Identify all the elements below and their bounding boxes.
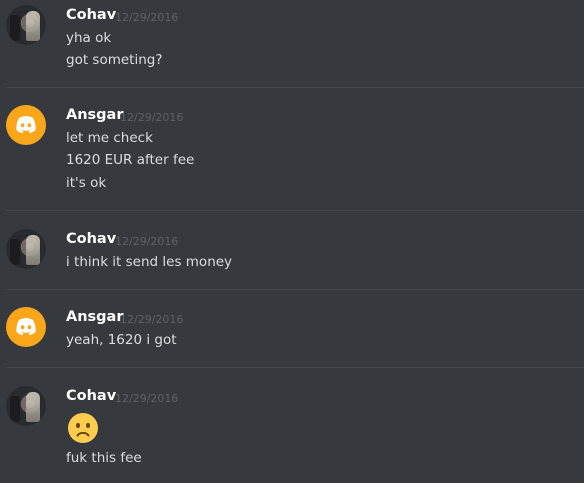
timestamp: 12/29/2016: [115, 11, 179, 24]
frowning-face-emoji-icon[interactable]: [67, 412, 99, 444]
discord-logo-icon: [16, 116, 36, 134]
username[interactable]: Cohav: [66, 388, 116, 404]
username[interactable]: Cohav: [66, 7, 116, 23]
discord-logo-icon: [16, 318, 36, 336]
message-divider: [6, 87, 584, 88]
username[interactable]: Ansgar: [66, 309, 124, 325]
message-text: it's ok: [66, 175, 107, 191]
message-text: got someting?: [66, 52, 163, 68]
user-avatar[interactable]: [6, 307, 46, 347]
user-avatar[interactable]: [6, 5, 46, 45]
timestamp: 12/29/2016: [115, 235, 179, 248]
message-text: yeah, 1620 i got: [66, 332, 177, 348]
user-avatar[interactable]: [6, 386, 46, 426]
message-divider: [6, 289, 584, 290]
message-text: 1620 EUR after fee: [66, 152, 195, 168]
user-avatar[interactable]: [6, 105, 46, 145]
message-divider: [6, 367, 584, 368]
timestamp: 12/29/2016: [120, 111, 184, 124]
message-text: i think it send les money: [66, 254, 233, 270]
message-divider: [6, 210, 584, 211]
message-text: let me check: [66, 130, 153, 146]
timestamp: 12/29/2016: [115, 392, 179, 405]
username[interactable]: Ansgar: [66, 107, 124, 123]
timestamp: 12/29/2016: [120, 313, 184, 326]
username[interactable]: Cohav: [66, 231, 116, 247]
message-text: yha ok: [66, 30, 112, 46]
user-avatar[interactable]: [6, 229, 46, 269]
message-text: fuk this fee: [66, 450, 142, 466]
